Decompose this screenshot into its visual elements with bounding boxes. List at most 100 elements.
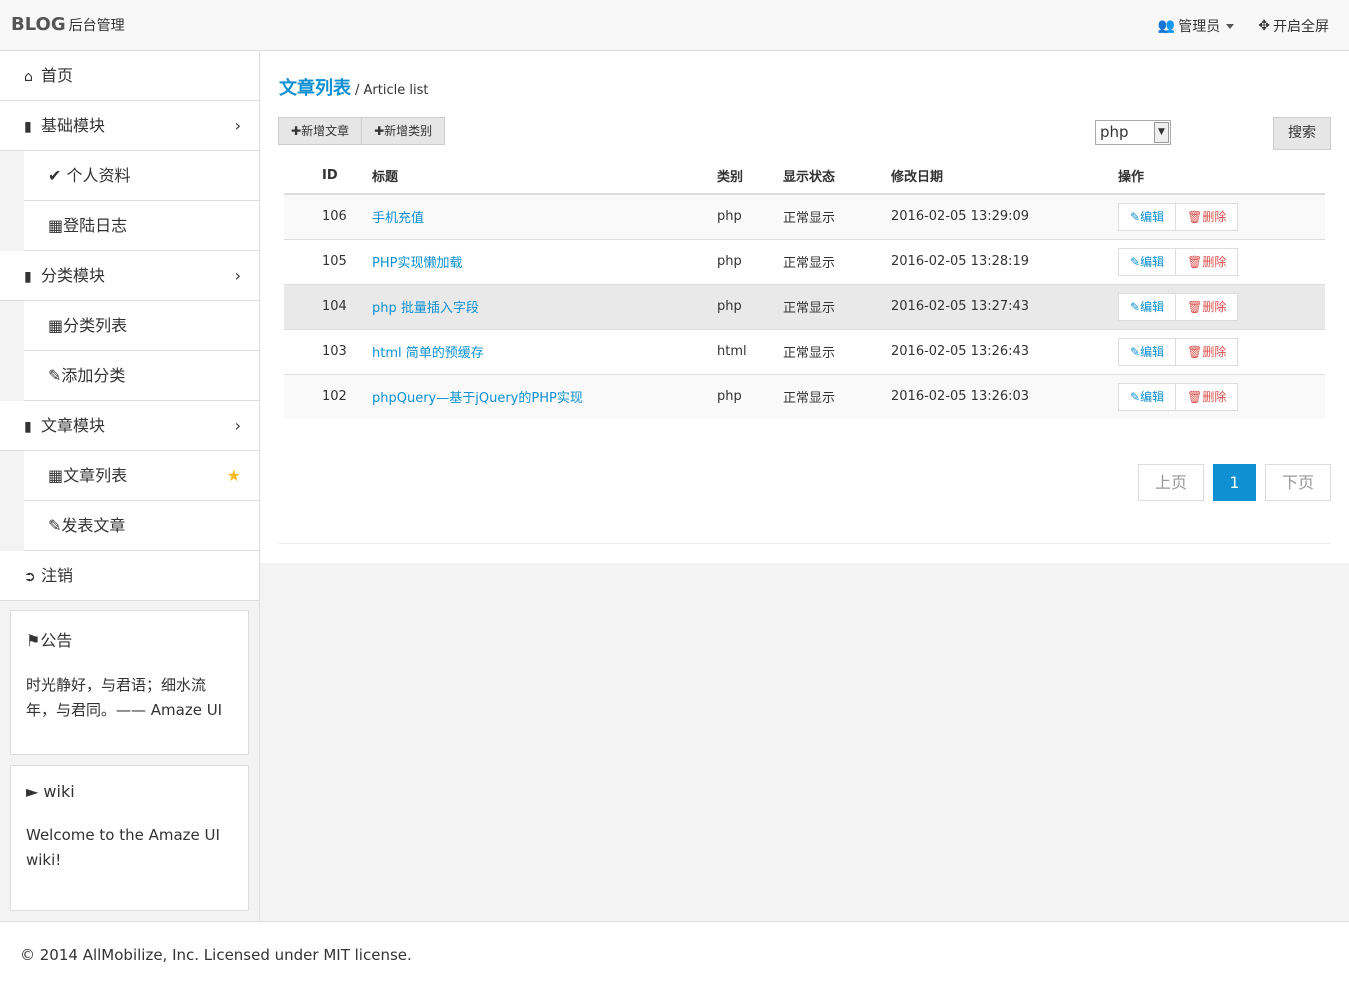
cell-id: 106 [284,194,372,240]
cell-id: 104 [284,284,372,330]
cell-category: php [717,239,783,285]
cell-title: phpQuery—基于jQuery的PHP实现 [372,374,717,419]
article-title-link[interactable]: 手机充值 [372,211,424,226]
edit-label: 编辑 [1140,389,1165,404]
sidebar-item-category-list[interactable]: ▦分类列表 [24,301,259,351]
brand[interactable]: BLOG 后台管理 [11,14,125,35]
article-title-link[interactable]: phpQuery—基于jQuery的PHP实现 [372,391,583,406]
sidebar-item-add-category[interactable]: ✎添加分类 [24,351,259,401]
toolbar: ✚新增文章 ✚新增类别 [278,117,446,145]
cell-id: 102 [284,374,372,419]
notice-body: 时光静好，与君语；细水流年，与君同。—— Amaze UI [26,676,223,719]
next-page-button[interactable]: 下页 [1265,464,1331,501]
sidebar-item-category-module[interactable]: ▮ 分类模块 › [0,251,259,301]
article-table: ID 标题 类别 显示状态 修改日期 操作 106 手机充值 php 正常显示 … [284,157,1325,419]
delete-button[interactable]: 🗑删除 [1176,202,1239,231]
sidebar-item-login-log[interactable]: ▦登陆日志 [24,201,259,251]
page-subtitle: / Article list [355,83,429,98]
delete-button[interactable]: 🗑删除 [1176,247,1239,276]
sidebar-item-label: 分类模块 [41,266,106,285]
cell-title: html 简单的预缓存 [372,329,717,375]
table-row: 103 html 简单的预缓存 html 正常显示 2016-02-05 13:… [284,329,1325,375]
file-icon: ▮ [24,119,32,135]
notice-panel: ⚑公告 时光静好，与君语；细水流年，与君同。—— Amaze UI [10,610,249,755]
table-icon: ▦ [48,466,64,485]
delete-button[interactable]: 🗑删除 [1176,337,1239,366]
column-header-actions: 操作 [1118,157,1325,195]
table-row: 104 php 批量插入字段 php 正常显示 2016-02-05 13:27… [284,284,1325,330]
edit-button[interactable]: ✎编辑 [1118,382,1177,411]
chevron-right-icon: › [234,116,241,135]
page-1-button[interactable]: 1 [1213,464,1256,501]
cell-status: 正常显示 [783,329,891,375]
edit-label: 编辑 [1140,209,1165,224]
fullscreen-label: 开启全屏 [1273,19,1329,35]
sidebar-item-label: 文章模块 [41,416,106,435]
article-title-link[interactable]: php 批量插入字段 [372,301,479,316]
fullscreen-button[interactable]: ✥ 开启全屏 [1258,16,1329,36]
column-header-title: 标题 [372,157,717,195]
edit-icon: ✎ [48,366,62,385]
delete-label: 删除 [1202,209,1227,224]
content-divider [278,543,1331,544]
edit-button[interactable]: ✎编辑 [1118,247,1177,276]
trash-icon: 🗑 [1187,254,1203,269]
cell-actions: ✎编辑 🗑删除 [1118,329,1325,375]
delete-button[interactable]: 🗑删除 [1176,382,1239,411]
table-row: 106 手机充值 php 正常显示 2016-02-05 13:29:09 ✎编… [284,194,1325,240]
category-select[interactable]: php ▼ [1095,120,1171,145]
home-icon: ⌂ [24,69,33,85]
sidebar-item-profile[interactable]: ✔ 个人资料 [24,151,259,201]
cell-category: html [717,329,783,375]
article-title-link[interactable]: PHP实现懒加载 [372,256,462,271]
cell-status: 正常显示 [783,239,891,285]
calendar-icon: ▦ [48,216,64,235]
prev-page-button[interactable]: 上页 [1138,464,1204,501]
cell-category: php [717,374,783,419]
admin-menu-button[interactable]: 👥 管理员 [1157,16,1235,36]
column-header-date: 修改日期 [891,157,1118,195]
cell-title: PHP实现懒加载 [372,239,717,285]
bookmark-icon: ⚑ [26,631,41,650]
edit-button[interactable]: ✎编辑 [1118,202,1177,231]
plus-icon: ✚ [291,124,302,138]
delete-button[interactable]: 🗑删除 [1176,292,1239,321]
column-header-status: 显示状态 [783,157,891,195]
sidebar-item-logout[interactable]: ➲ 注销 [0,551,259,601]
sidebar-item-article-list[interactable]: ▦文章列表 ★ [24,451,259,501]
table-row: 102 phpQuery—基于jQuery的PHP实现 php 正常显示 201… [284,374,1325,419]
sidebar-item-publish-article[interactable]: ✎发表文章 [24,501,259,551]
page-title-text: 文章列表 [279,78,351,99]
chevron-right-icon: › [234,416,241,435]
tag-icon: ► [26,782,39,801]
delete-label: 删除 [1202,344,1227,359]
footer-text: © 2014 AllMobilize, Inc. Licensed under … [20,946,412,964]
main-background [260,563,1349,921]
wiki-panel: ► wiki Welcome to the Amaze UI wiki! [10,765,249,911]
delete-label: 删除 [1202,389,1227,404]
chevron-down-icon: ▼ [1154,122,1169,143]
cell-date: 2016-02-05 13:26:03 [891,374,1118,419]
edit-button[interactable]: ✎编辑 [1118,292,1177,321]
users-icon: 👥 [1157,18,1176,34]
sidebar-item-basic-module[interactable]: ▮ 基础模块 › [0,101,259,151]
add-category-button[interactable]: ✚新增类别 [362,117,446,145]
edit-button[interactable]: ✎编辑 [1118,337,1177,366]
add-article-label: 新增文章 [301,124,350,138]
search-button[interactable]: 搜索 [1273,117,1331,150]
sidebar-item-article-module[interactable]: ▮ 文章模块 › [0,401,259,451]
edit-icon: ✎ [1130,209,1141,224]
trash-icon: 🗑 [1187,209,1203,224]
cell-status: 正常显示 [783,374,891,419]
file-icon: ▮ [24,419,32,435]
sign-out-icon: ➲ [24,569,36,585]
edit-icon: ✎ [1130,299,1141,314]
admin-label: 管理员 [1178,19,1221,35]
sidebar-item-label: 添加分类 [61,366,126,385]
sidebar-item-home[interactable]: ⌂ 首页 [0,51,259,101]
table-header-row: ID 标题 类别 显示状态 修改日期 操作 [284,157,1325,195]
sidebar-item-label: 发表文章 [61,516,126,535]
add-article-button[interactable]: ✚新增文章 [278,117,363,145]
article-title-link[interactable]: html 简单的预缓存 [372,346,484,361]
category-select-value: php [1100,123,1129,141]
